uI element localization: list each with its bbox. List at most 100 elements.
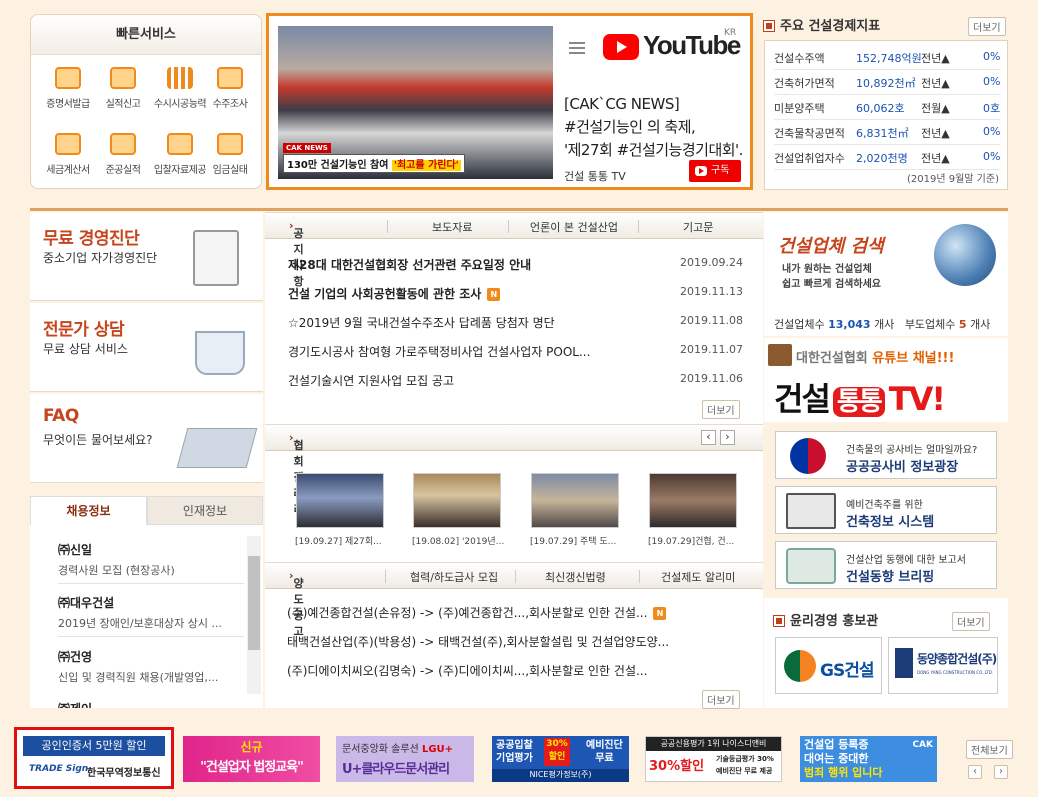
job-item[interactable]: ㈜신일 경력사원 모집 (현장공사) [58, 541, 244, 578]
notice-more-button[interactable]: 더보기 [702, 400, 740, 419]
tab-laws[interactable]: 최신갱신법령 [545, 569, 606, 585]
bar-chart-icon [167, 67, 193, 89]
quick-item-wage[interactable]: 임금실태 [201, 133, 259, 176]
company-count: 건설업체수 13,043 개사 부도업체수 5 개사 [774, 318, 991, 331]
gallery-next-button[interactable]: › [720, 430, 735, 445]
notice-row[interactable]: ☆2019년 9월 국내건설수주조사 답례품 당첨자 명단 2019.11.08 [288, 314, 743, 331]
tab-system[interactable]: 건설제도 알리미 [661, 569, 735, 585]
report-icon [110, 67, 136, 89]
banners-prev-button[interactable]: ‹ [968, 765, 982, 779]
banner-uplus-cloud[interactable]: 문서중앙화 솔루션 LGU+ U+클라우드문서관리 [336, 736, 474, 782]
ethics-more-button[interactable]: 더보기 [952, 612, 990, 631]
tongtong-tv-banner[interactable]: 대한건설협회 유튜브 채널!!! 건설 통통 TV! [764, 338, 1008, 422]
gallery-thumb[interactable] [296, 473, 384, 528]
job-item[interactable]: ㈜대우건설 2019년 장애인/보훈대상자 상시 ... [58, 594, 244, 631]
dongyang-logo-box[interactable]: 동양종합건설(주) DONG YANG CONSTRUCTION CO.,LTD… [888, 637, 998, 694]
tab-talent[interactable]: 인재정보 [147, 496, 263, 525]
people-icon [217, 133, 243, 155]
tab-column[interactable]: 기고문 [683, 219, 713, 235]
banner-nice-rating[interactable]: 공공입찰 기업평가 30% 할인 예비진단 무료 NICE평가정보(주) [492, 736, 629, 782]
indicator-row[interactable]: 건설수주액 152,748억원 전년▲ 0% [774, 45, 1000, 70]
quick-item-performance[interactable]: 실적신고 [94, 67, 152, 110]
building-info-link[interactable]: 예비건축주를 위한 건축정보 시스템 [775, 486, 997, 534]
indicators-title: 주요 건설경제지표 [763, 15, 880, 34]
job-item[interactable]: ㈜건영 신입 및 경력직원 채용(개발영업,... [58, 648, 244, 685]
banners-next-button[interactable]: › [994, 765, 1008, 779]
gallery-thumb[interactable] [649, 473, 737, 528]
indicators-more-button[interactable]: 더보기 [968, 17, 1006, 36]
indicator-row[interactable]: 건축허가면적 10,892천㎡ 전년▲ 0% [774, 70, 1000, 95]
indicator-row[interactable]: 건축물착공면적 6,831천㎡ 전년▲ 0% [774, 120, 1000, 145]
notice-row[interactable]: 건설기술시연 지원사업 모집 공고 2019.11.06 [288, 372, 743, 389]
jobs-scrollbar[interactable] [247, 536, 261, 694]
monitor-icon [167, 133, 193, 155]
news-badge: CAK NEWS [283, 143, 331, 153]
tab-notice[interactable]: › 공지사항 [289, 219, 304, 288]
banners-view-all-button[interactable]: 전체보기 [966, 740, 1013, 759]
scroll-thumb[interactable] [248, 556, 260, 650]
indicator-row[interactable]: 미분양주택 60,062호 전월▲ 0호 [774, 95, 1000, 120]
tab-press[interactable]: 보도자료 [432, 219, 472, 235]
tab-jobs[interactable]: 채용정보 [30, 496, 147, 525]
quick-item-certificate[interactable]: 증명서발급 [39, 67, 97, 110]
new-badge: N [487, 288, 501, 301]
faq-box[interactable]: FAQ 무엇이든 물어보세요? [30, 394, 263, 483]
video-thumbnail[interactable]: CAK NEWS 130만 건설기능인 참여 '최고를 가린다' [278, 26, 553, 179]
laptop-icon [786, 493, 836, 529]
transfer-row[interactable]: (주)디에이치씨오(김명숙) -> (주)디에이치씨...,회사분할로 인한 건… [287, 662, 742, 679]
notice-tabs: › 공지사항 보도자료 언론이 본 건설산업 기고문 [265, 212, 763, 288]
video-title[interactable]: [CAK`CG NEWS] #건설기능인 의 축제, '제27회 #건설기능경기… [564, 93, 744, 162]
indicator-row[interactable]: 건설업취업자수 2,020천명 전년▲ 0% [774, 145, 1000, 170]
quick-item-order-survey[interactable]: 수주조사 [201, 67, 259, 110]
taegeuk-icon [790, 438, 826, 474]
gs-logo-box[interactable]: GS건설 [775, 637, 882, 694]
quick-item-tax-invoice[interactable]: 세금계산서 [39, 133, 97, 176]
notice-row[interactable]: 건설 기업의 사회공헌활동에 관한 조사 N 2019.11.13 [288, 285, 743, 302]
free-diagnosis-box[interactable]: 무료 경영진단 중소기업 자가경영진단 [30, 212, 263, 301]
notice-section: › 공지사항 보도자료 언론이 본 건설산업 기고문 제28대 대한건설협회장 … [265, 212, 763, 709]
transfer-more-button[interactable]: 더보기 [702, 690, 740, 709]
company-search-box[interactable]: 건설업체 검색 내가 원하는 건설업체 쉽고 빠르게 검색하세요 건설업체수 13… [764, 212, 1008, 336]
job-item[interactable]: ㈜제이 [58, 700, 244, 708]
expert-consult-desc: 무료 상담 서비스 [43, 342, 128, 356]
gallery-caption[interactable]: [19.08.02] '2019년... [412, 534, 508, 547]
quick-service-title: 빠른서비스 [31, 15, 261, 55]
bullet-icon [763, 20, 775, 32]
notice-row[interactable]: 경기도시공사 참여형 가로주택정비사업 건설사업자 POOL... 2019.11… [288, 343, 743, 360]
bullet-icon [773, 615, 785, 627]
gallery-title[interactable]: › 협회갤러리 [289, 431, 304, 516]
tv-big-title: 건설 통통 TV! [774, 380, 946, 418]
survey-icon [217, 67, 243, 89]
gallery-thumb[interactable] [413, 473, 501, 528]
construction-trend-link[interactable]: 건설산업 동행에 대한 보고서 건설동향 브리핑 [775, 541, 997, 589]
tab-subcontract[interactable]: 협력/하도급사 모집 [410, 569, 498, 585]
gallery-prev-button[interactable]: ‹ [701, 430, 716, 445]
gallery-caption[interactable]: [19.07.29]건협, 건... [648, 534, 744, 547]
public-construction-cost-link[interactable]: 건축물의 공사비는 얼마일까요? 공공공사비 정보광장 [775, 431, 997, 479]
banner-registration-warning[interactable]: 건설업 등록증 대여는 중대한 범죄 행위 입니다 CAK [800, 736, 937, 782]
video-caption: 130만 건설기능인 참여 '최고를 가린다' [283, 154, 465, 173]
quick-item-completion[interactable]: 준공실적 [94, 133, 152, 176]
gs-logo-icon [784, 650, 816, 682]
subscribe-button[interactable]: 구독 [689, 160, 741, 182]
notice-row[interactable]: 제28대 대한건설협회장 선거관련 주요일정 안내 2019.09.24 [288, 256, 743, 273]
section-divider [30, 208, 1008, 211]
certificate-icon [55, 67, 81, 89]
menu-icon[interactable] [569, 42, 585, 54]
tab-media[interactable]: 언론이 본 건설산업 [530, 219, 618, 235]
video-channel: 건설 통통 TV [564, 170, 626, 183]
transfer-row[interactable]: (주)예건종합건설(손유정) -> (주)예건종합건...,회사분할로 인한 건… [287, 604, 742, 621]
expert-consult-box[interactable]: 전문가 상담 무료 상담 서비스 [30, 303, 263, 392]
gallery-thumb[interactable] [531, 473, 619, 528]
indicators-table: 건설수주액 152,748억원 전년▲ 0% 건축허가면적 10,892천㎡ 전년▲ 0% … [764, 40, 1008, 190]
transfer-row[interactable]: 태백건설산업(주)(박용성) -> 태백건설(주),회사분할설립 및 건설업양도… [287, 633, 742, 650]
banner-tradesign[interactable]: 공인인증서 5만원 할인 TRADE Sign 한국무역정보통신 [14, 727, 174, 789]
banner-legal-education[interactable]: 신규 "건설업자 법정교육" [183, 736, 320, 782]
gallery-caption[interactable]: [19.09.27] 제27회... [295, 534, 391, 547]
gallery-caption[interactable]: [19.07.29] 주택 도... [530, 534, 626, 547]
banner-nicednb[interactable]: 공공신용평가 1위 나이스디앤비 30%할인 기술등급평가 30% 예비진단 무료… [645, 736, 782, 782]
faq-desc: 무엇이든 물어보세요? [43, 433, 153, 447]
youtube-video-panel[interactable]: CAK NEWS 130만 건설기능인 참여 '최고를 가린다' YouTube… [266, 13, 753, 190]
tab-transfer[interactable]: › 양도공고 [289, 569, 304, 638]
jobs-panel: 채용정보 인재정보 ㈜신일 경력사원 모집 (현장공사) ㈜대우건설 2019년 장… [30, 496, 263, 708]
